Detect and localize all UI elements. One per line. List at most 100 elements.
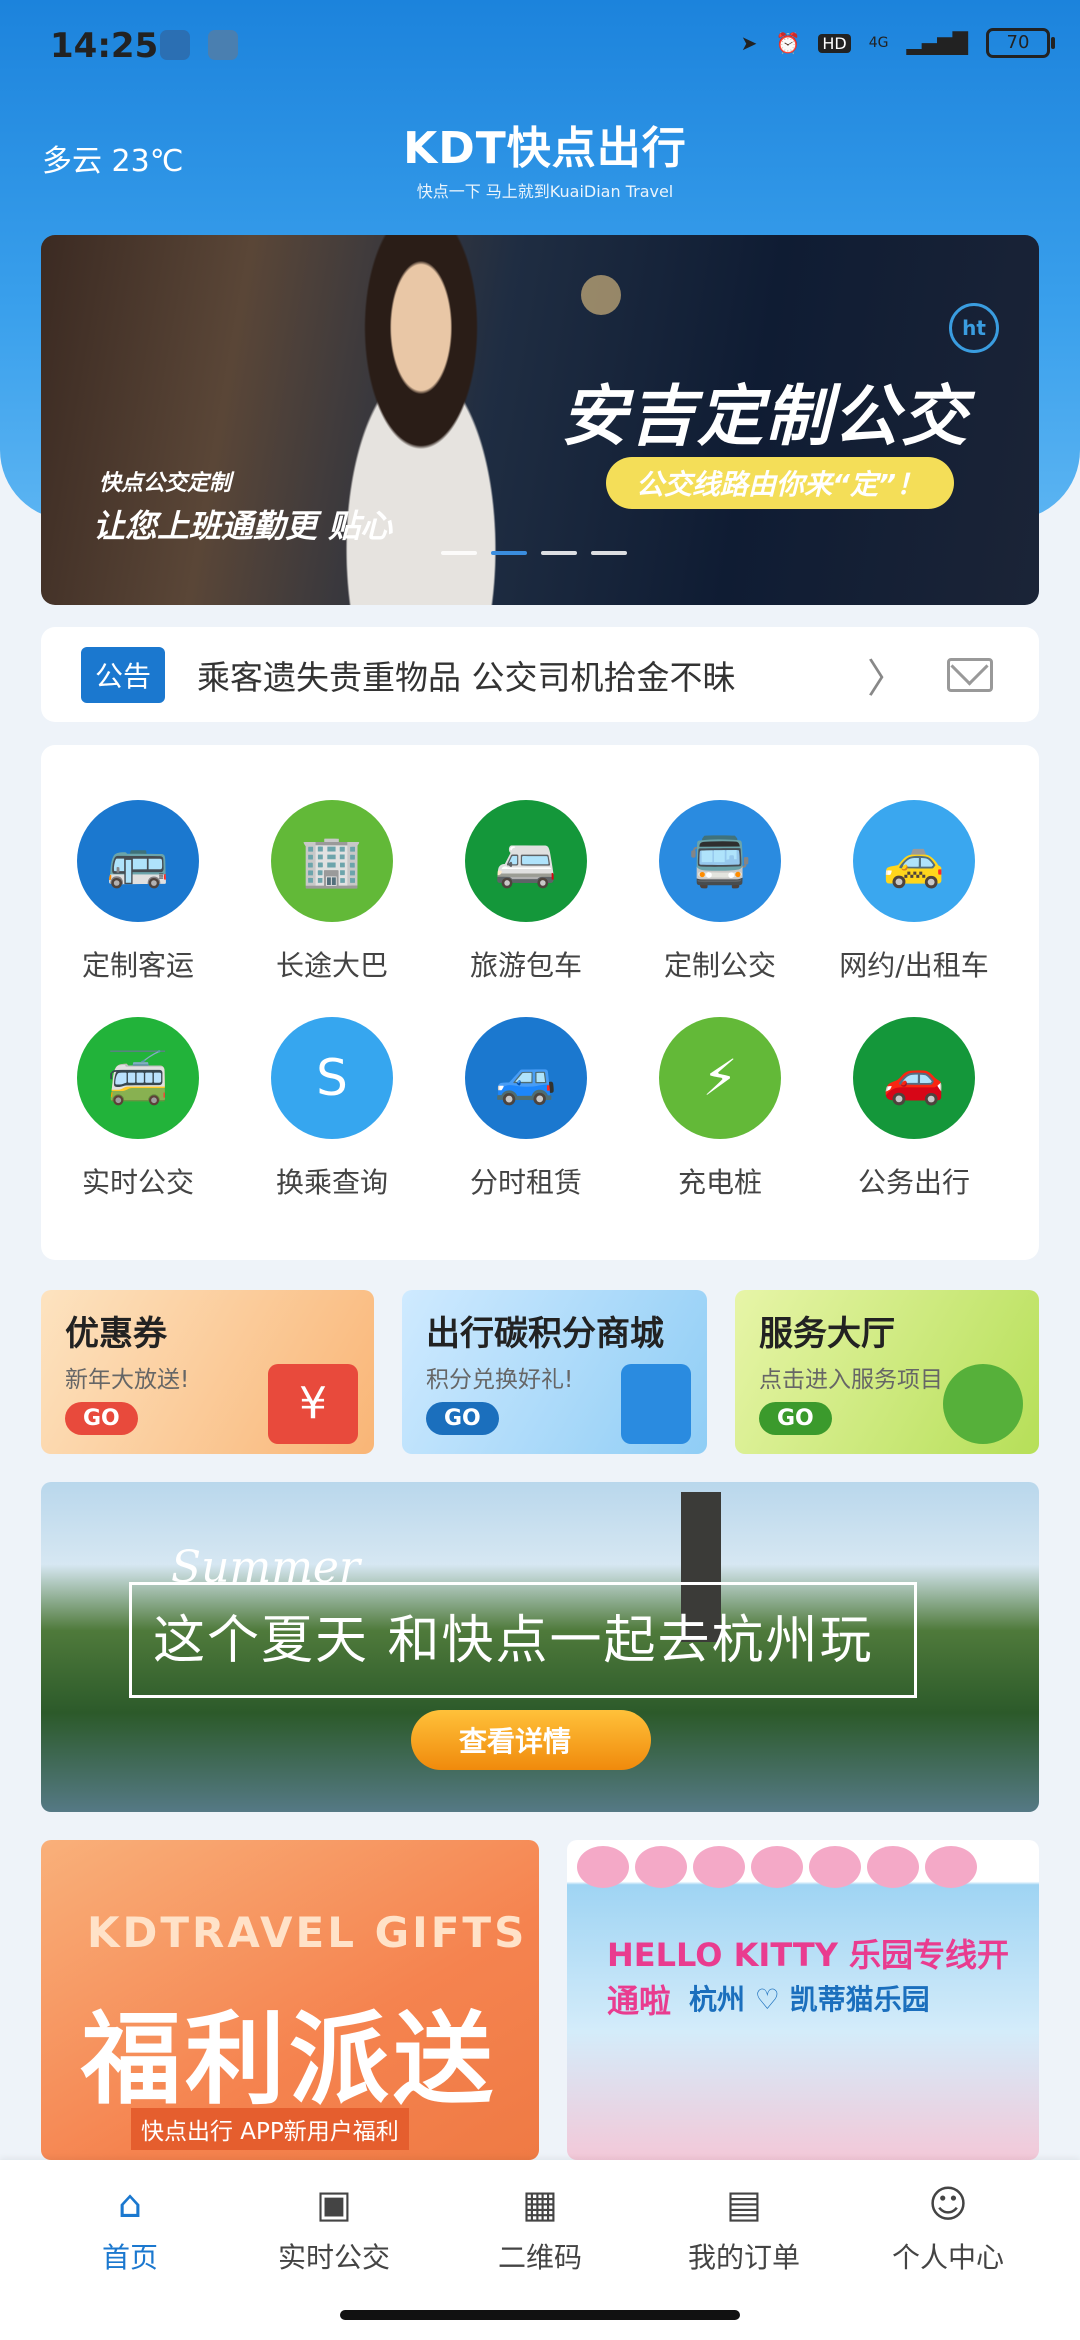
bus-tab-icon: ▣: [316, 2182, 352, 2226]
service-item-long-distance[interactable]: 🏢 长途大巴: [235, 800, 429, 984]
car-icon: 🚗: [853, 1017, 975, 1139]
promo-title: 出行碳积分商城: [426, 1314, 664, 1354]
summer-banner[interactable]: Summer 这个夏天 和快点一起去杭州玩 查看详情: [41, 1482, 1039, 1812]
tab-profile[interactable]: ☺ 个人中心: [868, 2182, 1028, 2276]
tab-realtime-bus[interactable]: ▣ 实时公交: [254, 2182, 414, 2276]
route-icon: S: [271, 1017, 393, 1139]
banner-photo: [291, 235, 551, 605]
service-item-charter[interactable]: 🚐 旅游包车: [429, 800, 623, 984]
taxi-icon: 🚕: [853, 800, 975, 922]
hello-kitty-banner[interactable]: HELLO KITTY 乐园专线开通啦 杭州 ♡ 凯蒂猫乐园: [567, 1840, 1039, 2160]
hd-icon: HD: [818, 33, 851, 53]
promo-service-hall[interactable]: 服务大厅 点击进入服务项目 GO: [735, 1290, 1039, 1454]
ticket-icon: ¥: [268, 1364, 358, 1444]
chevron-right-icon[interactable]: 〉: [867, 646, 907, 704]
qr-icon: ▦: [522, 2182, 558, 2226]
service-label: 实时公交: [81, 1166, 194, 1199]
signal-icon: ▂▄▆█: [906, 31, 968, 55]
tab-label: 我的订单: [687, 2241, 800, 2274]
weather-text: 多云 23℃: [42, 144, 184, 179]
home-indicator[interactable]: [340, 2310, 740, 2320]
service-label: 公务出行: [857, 1166, 970, 1199]
go-button[interactable]: GO: [426, 1402, 499, 1435]
go-button[interactable]: GO: [759, 1402, 832, 1435]
tab-label: 实时公交: [277, 2241, 390, 2274]
alarm-icon: ⏰: [775, 31, 801, 55]
service-grid: 🚌 定制客运 🏢 长途大巴 🚐 旅游包车 🚍 定制公交 🚕 网约/出租车 🚎 实…: [41, 745, 1039, 1260]
view-details-button[interactable]: 查看详情: [411, 1710, 652, 1770]
banner-pill: 公交线路由你来“定”！: [606, 457, 955, 509]
kitty-icon: [925, 1846, 977, 1888]
clover-icon: [943, 1364, 1023, 1444]
status-bar: 14:25 ➤ ⏰ HD 4G ▂▄▆█ 70: [0, 0, 1080, 95]
service-label: 长途大巴: [275, 949, 388, 982]
building-icon: 🏢: [271, 800, 393, 922]
tab-label: 二维码: [497, 2241, 582, 2274]
go-button[interactable]: GO: [65, 1402, 138, 1435]
network-label: 4G: [868, 35, 889, 51]
tab-qrcode[interactable]: ▦ 二维码: [460, 2182, 620, 2276]
service-item-custom-bus[interactable]: 🚍 定制公交: [623, 800, 817, 984]
promo-subtitle: 积分兑换好礼!: [426, 1367, 574, 1393]
carousel-dot: [441, 551, 477, 555]
banner-tagline: 让您上班通勤更 贴心: [93, 507, 393, 545]
banner-subtitle: 快点公交定制: [99, 471, 232, 496]
service-label: 分时租赁: [469, 1166, 582, 1199]
notice-text[interactable]: 乘客遗失贵重物品 公交司机拾金不昧: [197, 651, 867, 699]
mail-icon[interactable]: [947, 657, 993, 692]
promo-subtitle: 新年大放送!: [65, 1367, 190, 1393]
kitty-icon: [867, 1846, 919, 1888]
promo-carbon-mall[interactable]: 出行碳积分商城 积分兑换好礼! GO: [402, 1290, 707, 1454]
home-icon: ⌂: [117, 2182, 143, 2226]
gift-title: 福利派送: [81, 2001, 497, 2118]
logo-title: KDT快点出行: [403, 123, 687, 174]
service-item-official[interactable]: 🚗 公务出行: [817, 1017, 1011, 1201]
kitty-subtitle: 杭州 ♡ 凯蒂猫乐园: [689, 1983, 930, 2016]
app-notification-icon: [160, 30, 190, 60]
kitty-icon: [693, 1846, 745, 1888]
tab-label: 个人中心: [891, 2241, 1004, 2274]
tab-home[interactable]: ⌂ 首页: [50, 2182, 210, 2276]
car-rental-icon: 🚙: [465, 1017, 587, 1139]
banner-headline: 安吉定制公交: [561, 378, 969, 455]
van-icon: 🚐: [465, 800, 587, 922]
carousel-dot: [591, 551, 627, 555]
service-item-custom-transport[interactable]: 🚌 定制客运: [41, 800, 235, 984]
promo-title: 服务大厅: [759, 1314, 895, 1354]
promo-coupon[interactable]: 优惠券 新年大放送! GO ¥: [41, 1290, 374, 1454]
battery-icon: 70: [986, 28, 1055, 58]
service-item-car-rental[interactable]: 🚙 分时租赁: [429, 1017, 623, 1201]
app-logo: KDT快点出行 快点一下 马上就到KuaiDian Travel: [360, 112, 730, 202]
kitty-icon-strip: [577, 1846, 977, 1888]
service-item-transfer[interactable]: S 换乘查询: [235, 1017, 429, 1201]
service-label: 旅游包车: [469, 949, 582, 982]
carousel-dot: [541, 551, 577, 555]
logo-slogan: 快点一下 马上就到KuaiDian Travel: [416, 182, 674, 201]
service-item-taxi[interactable]: 🚕 网约/出租车: [817, 800, 1011, 984]
service-label: 换乘查询: [275, 1166, 388, 1199]
bus-front-icon: 🚍: [659, 800, 781, 922]
gift-subtitle: 快点出行 APP新用户福利: [131, 2108, 409, 2150]
kitty-icon: [635, 1846, 687, 1888]
banner-light: [581, 275, 621, 315]
gift-banner[interactable]: KDTRAVEL GIFTS 福利派送 快点出行 APP新用户福利: [41, 1840, 539, 2160]
service-item-charging[interactable]: ⚡ 充电桩: [623, 1017, 817, 1201]
status-time: 14:25: [50, 26, 159, 66]
notice-tag: 公告: [81, 646, 166, 703]
promo-banner[interactable]: ht 安吉定制公交 公交线路由你来“定”！ 快点公交定制 让您上班通勤更 贴心: [41, 235, 1039, 605]
charging-icon: ⚡: [659, 1017, 781, 1139]
tab-orders[interactable]: ▤ 我的订单: [664, 2182, 824, 2276]
person-icon: ☺: [928, 2182, 968, 2226]
kitty-icon: [751, 1846, 803, 1888]
service-item-realtime-bus[interactable]: 🚎 实时公交: [41, 1017, 235, 1201]
kitty-icon: [577, 1846, 629, 1888]
order-icon: ▤: [726, 2182, 762, 2226]
bus-icon: 🚌: [77, 800, 199, 922]
kitty-icon: [809, 1846, 861, 1888]
gift-icon: [621, 1364, 691, 1444]
notice-bar[interactable]: 公告 乘客遗失贵重物品 公交司机拾金不昧 〉: [41, 627, 1039, 722]
gift-english: KDTRAVEL GIFTS: [87, 1908, 528, 1957]
app-notification-icon: [208, 30, 238, 60]
summer-title: 这个夏天 和快点一起去杭州玩: [153, 1611, 874, 1671]
service-label: 定制客运: [81, 949, 194, 982]
